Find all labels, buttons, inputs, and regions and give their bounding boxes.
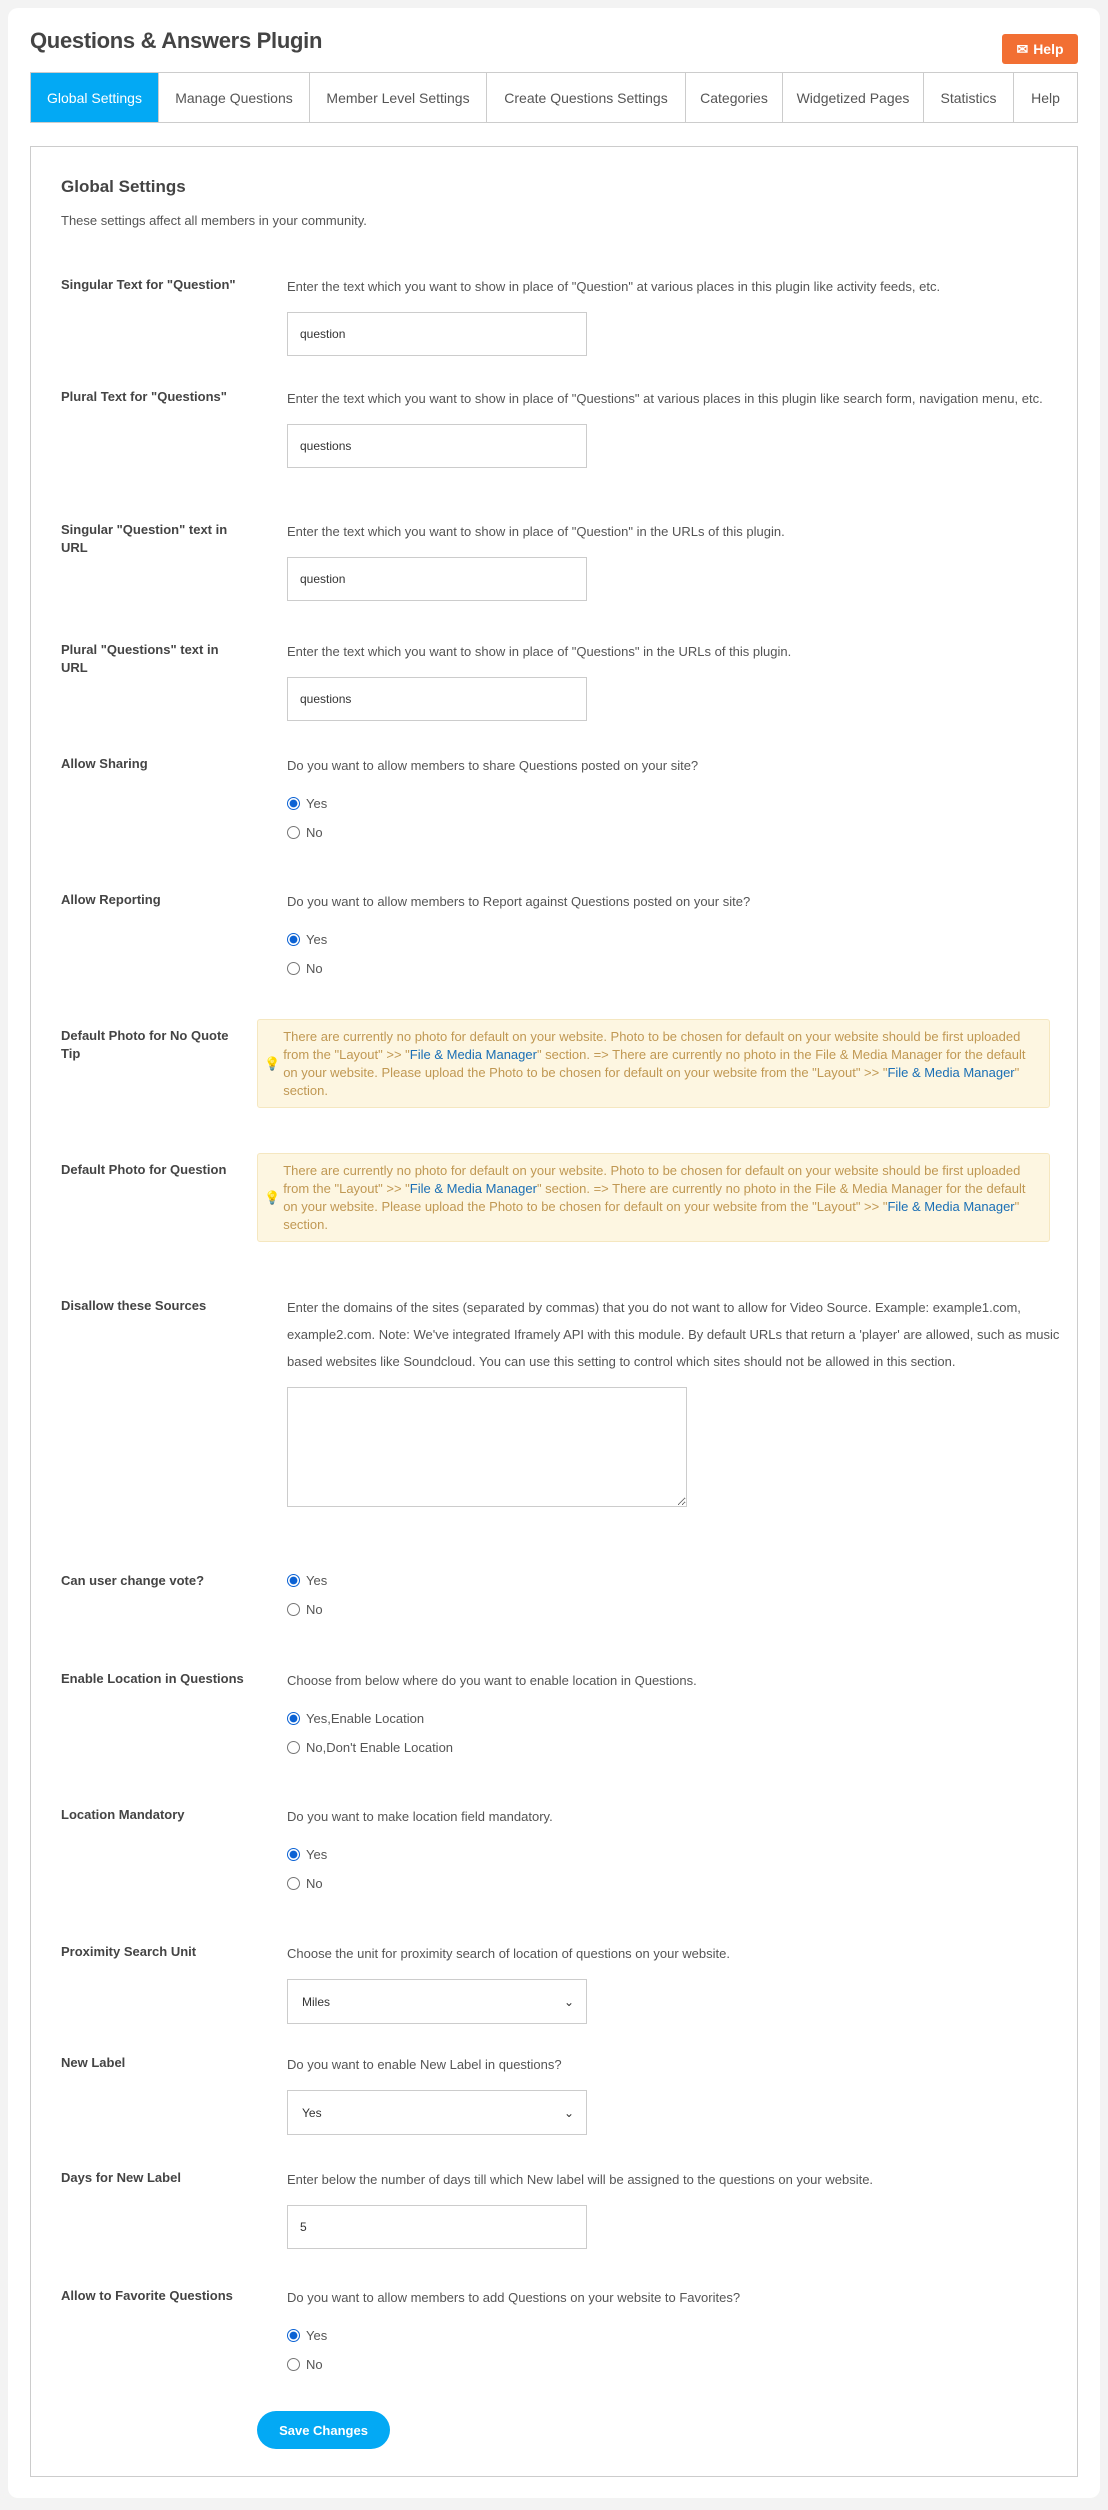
field-label: Days for New Label [61, 2170, 181, 2185]
field-description: Enter the text which you want to show in… [287, 279, 941, 294]
page-title: Questions & Answers Plugin [30, 28, 323, 53]
tab-widgetized-pages[interactable]: Widgetized Pages [783, 73, 924, 122]
field-label: Enable Location in Questions [61, 1671, 244, 1686]
radio-location-yes[interactable]: Yes,Enable Location [287, 1704, 1077, 1733]
field-label: Singular Text for "Question" [61, 277, 236, 292]
settings-form: Global Settings These settings affect al… [30, 146, 1078, 2477]
field-description: Enter below the number of days till whic… [287, 2172, 874, 2187]
field-label: Allow Sharing [61, 756, 148, 771]
lightbulb-icon: 💡 [264, 1055, 281, 1071]
field-label: Default Photo for Question [61, 1162, 227, 1177]
notice-tip: 💡 There are currently no photo for defau… [257, 1153, 1050, 1242]
field-label: Allow to Favorite Questions [61, 2288, 233, 2303]
days-input[interactable] [287, 2205, 587, 2249]
chevron-down-icon: ⌄ [563, 1994, 574, 2009]
field-label: Can user change vote? [61, 1573, 205, 1588]
lightbulb-icon: 💡 [264, 1189, 281, 1205]
field-description: Do you want to allow members to add Ques… [287, 2290, 741, 2305]
form-intro: These settings affect all members in you… [61, 213, 367, 228]
radio-reporting-no[interactable]: No [287, 954, 1077, 983]
field-description: Enter the domains of the sites (separate… [287, 1300, 1060, 1369]
field-label: Plural "Questions" text in URL [61, 642, 219, 675]
radio-location-no[interactable]: No,Don't Enable Location [287, 1733, 1077, 1762]
file-media-manager-link[interactable]: File & Media Manager [887, 1065, 1014, 1080]
radio-favorite-no[interactable]: No [287, 2350, 1077, 2379]
radio-mandatory-no[interactable]: No [287, 1869, 1077, 1898]
new-label-select[interactable]: Yes ⌄ [287, 2090, 587, 2135]
notice-tip: 💡 There are currently no photo for defau… [257, 1019, 1050, 1108]
form-title: Global Settings [61, 177, 186, 196]
radio-mandatory-yes[interactable]: Yes [287, 1840, 1077, 1869]
field-description: Do you want to allow members to share Qu… [287, 758, 699, 773]
plural-url-input[interactable] [287, 677, 587, 721]
field-label: Singular "Question" text in URL [61, 522, 228, 555]
file-media-manager-link[interactable]: File & Media Manager [410, 1047, 537, 1062]
singular-text-input[interactable] [287, 312, 587, 356]
tab-bar: Global Settings Manage Questions Member … [30, 72, 1078, 123]
field-label: Proximity Search Unit [61, 1944, 197, 1959]
proximity-unit-select[interactable]: Miles ⌄ [287, 1979, 587, 2024]
field-description: Do you want to make location field manda… [287, 1809, 553, 1824]
field-label: Location Mandatory [61, 1807, 185, 1822]
field-label: Plural Text for "Questions" [61, 389, 227, 404]
file-media-manager-link[interactable]: File & Media Manager [410, 1181, 537, 1196]
tab-statistics[interactable]: Statistics [924, 73, 1014, 122]
radio-favorite-yes[interactable]: Yes [287, 2321, 1077, 2350]
field-description: Choose the unit for proximity search of … [287, 1946, 730, 1961]
radio-vote-no[interactable]: No [287, 1595, 1077, 1624]
save-changes-button[interactable]: Save Changes [257, 2411, 390, 2449]
field-label: Disallow these Sources [61, 1298, 207, 1313]
field-description: Enter the text which you want to show in… [287, 391, 1043, 406]
field-description: Enter the text which you want to show in… [287, 644, 792, 659]
tab-help[interactable]: Help [1014, 73, 1077, 122]
file-media-manager-link[interactable]: File & Media Manager [887, 1199, 1014, 1214]
field-description: Choose from below where do you want to e… [287, 1673, 697, 1688]
tab-create-questions-settings[interactable]: Create Questions Settings [487, 73, 686, 122]
tab-categories[interactable]: Categories [686, 73, 783, 122]
radio-sharing-yes[interactable]: Yes [287, 789, 1077, 818]
tab-manage-questions[interactable]: Manage Questions [159, 73, 310, 122]
radio-sharing-no[interactable]: No [287, 818, 1077, 847]
tab-member-level-settings[interactable]: Member Level Settings [310, 73, 487, 122]
field-description: Enter the text which you want to show in… [287, 524, 785, 539]
help-button[interactable]: ✉ Help [1002, 34, 1078, 64]
chevron-down-icon: ⌄ [563, 2105, 574, 2120]
radio-reporting-yes[interactable]: Yes [287, 925, 1077, 954]
field-label: Default Photo for No Quote Tip [61, 1028, 229, 1061]
tab-global-settings[interactable]: Global Settings [31, 73, 159, 122]
radio-vote-yes[interactable]: Yes [287, 1566, 1077, 1595]
field-description: Do you want to allow members to Report a… [287, 894, 751, 909]
field-label: New Label [61, 2055, 126, 2070]
mail-icon: ✉ [1016, 40, 1029, 57]
field-description: Do you want to enable New Label in quest… [287, 2057, 562, 2072]
singular-url-input[interactable] [287, 557, 587, 601]
field-label: Allow Reporting [61, 892, 161, 907]
disallow-sources-textarea[interactable] [287, 1387, 687, 1507]
plural-text-input[interactable] [287, 424, 587, 468]
